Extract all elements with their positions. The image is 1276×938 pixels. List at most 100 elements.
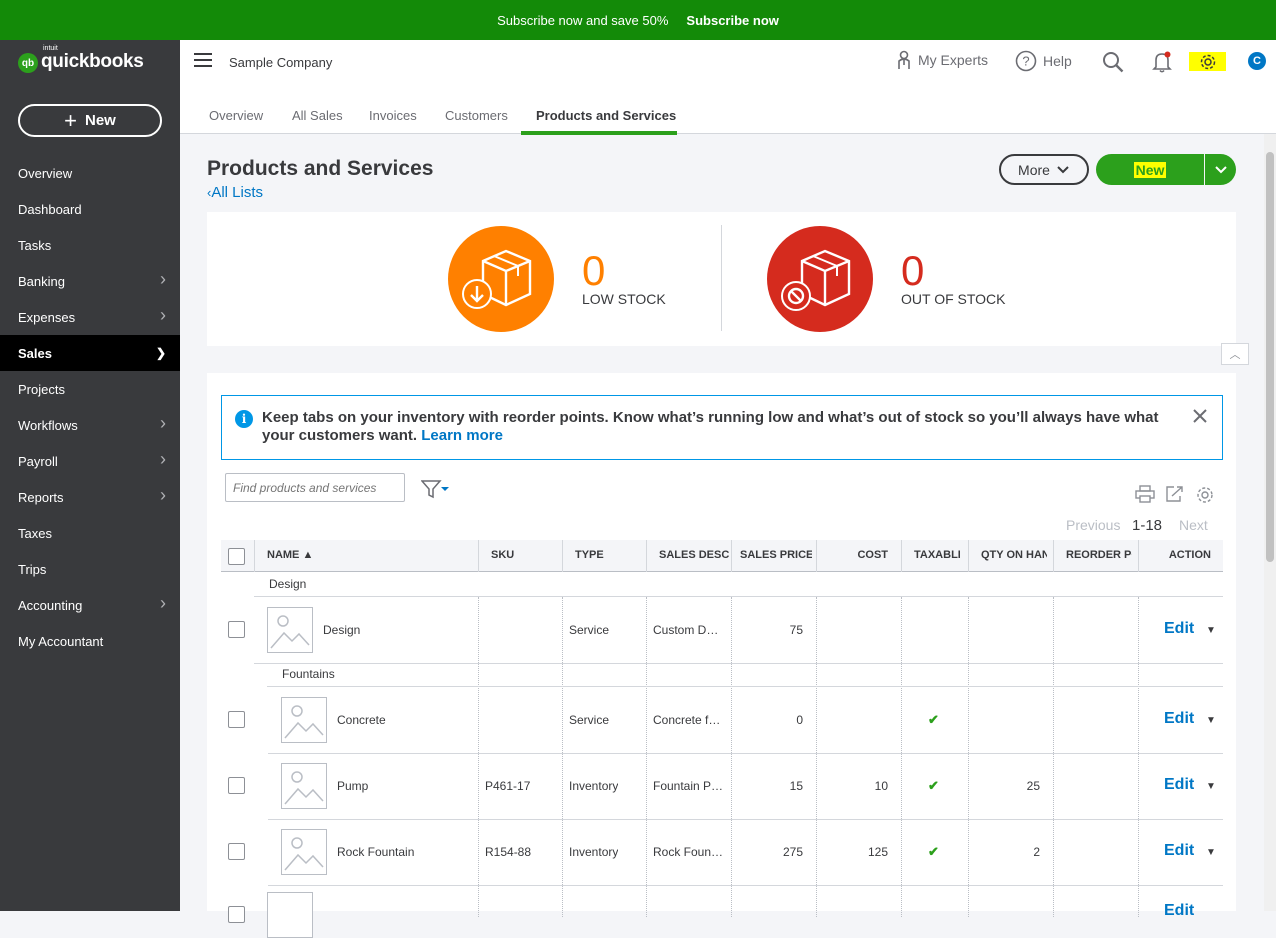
column-header-type[interactable]: TYPE [575,549,641,561]
more-button[interactable]: More [999,154,1089,185]
column-header-cost[interactable]: COST [816,549,888,561]
learn-more-link[interactable]: Learn more [421,427,503,444]
product-description: Rock Foun… [653,845,723,859]
product-image-placeholder-icon[interactable] [267,607,313,653]
stock-summary: 0 LOW STOCK 0 OUT OF STOCK [207,212,1236,346]
search-button[interactable] [1102,51,1130,73]
sidebar-item-sales[interactable]: Sales ❯ [0,335,180,371]
sidebar-item-trips[interactable]: Trips [0,551,180,587]
row-checkbox[interactable] [228,711,245,728]
sidebar-item-my-accountant[interactable]: My Accountant [0,623,180,659]
scrollbar-thumb[interactable] [1266,152,1274,562]
action-dropdown-chevron-down-icon[interactable]: ▼ [1206,781,1216,792]
column-header-sku[interactable]: SKU [491,549,557,561]
edit-button[interactable]: Edit [1164,776,1194,794]
tab-invoices[interactable]: Invoices [369,108,417,134]
tab-customers[interactable]: Customers [445,108,508,134]
sidebar-item-reports[interactable]: Reports › [0,479,180,515]
previous-page-button[interactable]: Previous [1066,517,1120,533]
settings-gear-button[interactable] [1189,52,1226,71]
product-name[interactable]: Concrete [337,713,386,727]
action-dropdown-chevron-down-icon[interactable]: ▼ [1206,715,1216,726]
page-scrollbar[interactable] [1264,134,1276,911]
sidebar-item-dashboard[interactable]: Dashboard [0,191,180,227]
out-of-stock-count[interactable]: 0 [901,250,924,292]
quickbooks-logo[interactable]: qb intuit quickbooks [18,45,144,74]
sidebar-item-accounting[interactable]: Accounting › [0,587,180,623]
column-divider [1138,540,1139,572]
sidebar-new-button[interactable]: + New [18,104,162,137]
banner-text: Keep tabs on your inventory with reorder… [262,409,1159,444]
product-image-placeholder-icon[interactable] [281,697,327,743]
subscribe-now-link[interactable]: Subscribe now [686,13,778,28]
action-dropdown-chevron-down-icon[interactable]: ▼ [1206,847,1216,858]
row-checkbox[interactable] [228,777,245,794]
new-dropdown-button[interactable] [1205,154,1236,185]
top-bar: Sample Company My Experts ? Help C [180,40,1276,84]
column-divider [968,597,969,917]
search-input[interactable] [225,473,405,502]
sidebar-item-expenses[interactable]: Expenses › [0,299,180,335]
sidebar-nav: Overview Dashboard Tasks Banking › Expenses › S… [0,155,180,659]
export-button[interactable] [1165,485,1185,508]
sidebar-item-tasks[interactable]: Tasks [0,227,180,263]
column-header-qty-on-hand[interactable]: QTY ON HAND [981,549,1047,561]
sidebar-item-payroll[interactable]: Payroll › [0,443,180,479]
action-dropdown-chevron-down-icon[interactable]: ▼ [1206,625,1216,636]
user-avatar[interactable]: C [1248,52,1266,70]
sidebar-item-projects[interactable]: Projects [0,371,180,407]
sidebar-item-overview[interactable]: Overview [0,155,180,191]
close-banner-button[interactable] [1192,408,1208,429]
more-label: More [1018,161,1050,178]
column-header-reorder-point[interactable]: REORDER POI [1066,549,1132,561]
sidebar-item-label: Overview [18,165,73,181]
edit-button[interactable]: Edit [1164,620,1194,638]
edit-button[interactable]: Edit [1164,902,1194,920]
product-image-placeholder-icon[interactable] [281,763,327,809]
collapse-stock-button[interactable]: ︿ [1221,343,1249,365]
help-button[interactable]: ? Help [1015,50,1072,72]
hamburger-menu-icon[interactable] [194,53,212,67]
image-icon [270,615,310,649]
product-image-placeholder-icon[interactable] [267,892,313,938]
tab-overview[interactable]: Overview [209,108,263,134]
low-stock-count[interactable]: 0 [582,250,605,292]
sidebar-item-workflows[interactable]: Workflows › [0,407,180,443]
column-header-action[interactable]: ACTION [1138,549,1211,561]
my-experts-label: My Experts [918,52,989,68]
tab-all-sales[interactable]: All Sales [292,108,343,134]
row-divider [268,819,1223,820]
notifications-button[interactable] [1152,51,1178,73]
column-header-sales-price[interactable]: SALES PRICE [740,549,812,561]
sidebar-item-banking[interactable]: Banking › [0,263,180,299]
row-checkbox[interactable] [228,843,245,860]
my-experts-button[interactable]: My Experts [896,50,988,70]
column-header-name[interactable]: NAME ▲ [267,549,467,561]
chevron-right-icon: › [160,593,166,613]
row-checkbox[interactable] [228,906,245,923]
sidebar-item-label: Taxes [18,525,52,541]
edit-button[interactable]: Edit [1164,710,1194,728]
product-name[interactable]: Design [323,623,360,637]
select-all-checkbox[interactable] [228,548,245,565]
filter-button[interactable] [420,479,451,504]
print-button[interactable] [1135,485,1155,508]
product-name[interactable]: Pump [337,779,368,793]
column-header-sales-description[interactable]: SALES DESCRI [659,549,729,561]
out-of-stock-icon[interactable] [767,226,873,332]
all-lists-link[interactable]: ‹All Lists [207,184,263,201]
edit-button[interactable]: Edit [1164,842,1194,860]
low-stock-icon[interactable] [448,226,554,332]
product-name[interactable]: Rock Fountain [337,845,414,859]
sidebar-item-taxes[interactable]: Taxes [0,515,180,551]
bell-icon [1152,51,1172,73]
product-sales-price: 275 [782,845,803,859]
row-checkbox[interactable] [228,621,245,638]
low-stock-label: LOW STOCK [582,291,666,307]
gear-icon [1200,54,1215,69]
column-header-taxable[interactable]: TAXABLE [914,549,960,561]
new-item-button[interactable]: New [1096,154,1204,185]
next-page-button[interactable]: Next [1179,517,1208,533]
table-settings-button[interactable] [1195,485,1215,510]
product-image-placeholder-icon[interactable] [281,829,327,875]
